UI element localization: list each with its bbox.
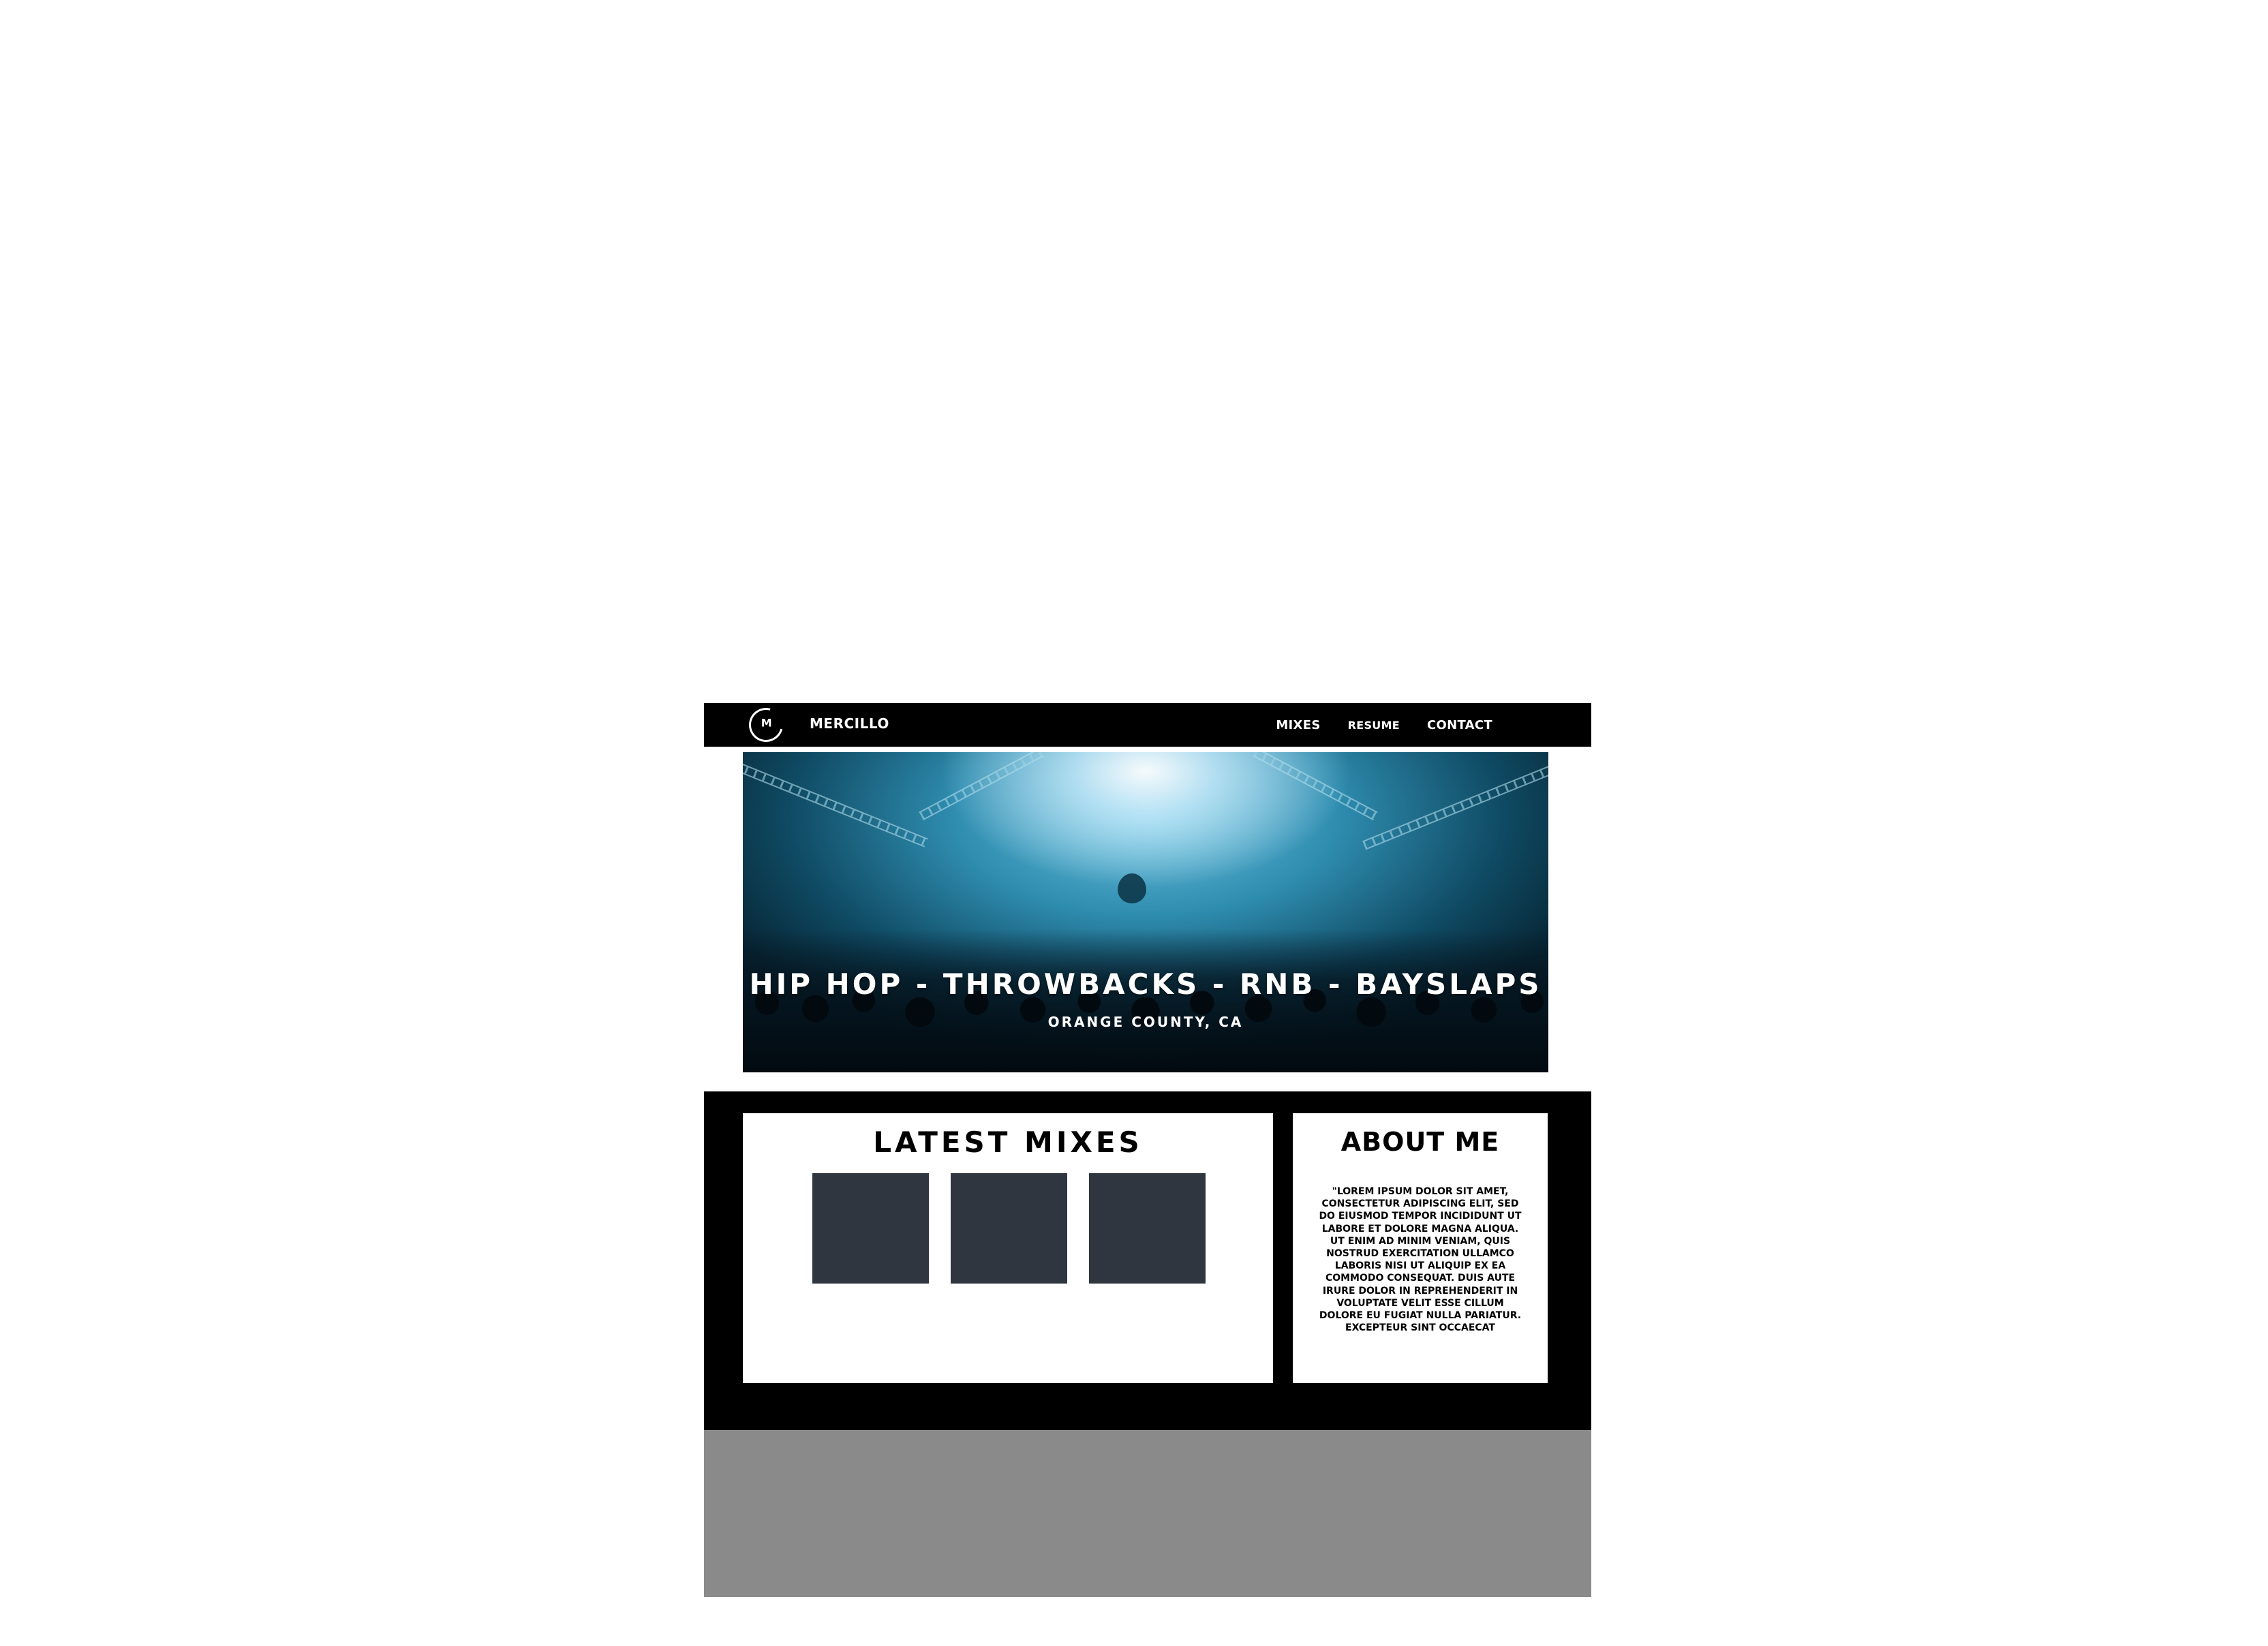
brand-name[interactable]: MERCILLO	[810, 715, 889, 732]
content-section: LATEST MIXES ABOUT ME "Lorem ipsum dolor…	[704, 1091, 1591, 1430]
about-me-heading: ABOUT ME	[1340, 1127, 1500, 1157]
nav-link-resume[interactable]: RESUME	[1348, 719, 1400, 732]
latest-mixes-heading: LATEST MIXES	[873, 1125, 1143, 1159]
mix-tile[interactable]	[1089, 1173, 1206, 1284]
logo-glyph: M	[761, 716, 772, 730]
website-mockup: M MERCILLO MIXES RESUME CONTACT HIP HOP …	[704, 701, 1591, 1597]
hero-title: HIP HOP - THROWBACKS - RNB - BAYSLAPS	[749, 967, 1542, 1001]
nav-link-contact[interactable]: CONTACT	[1427, 718, 1492, 732]
nav-links: MIXES RESUME CONTACT	[1276, 718, 1492, 732]
hero-banner: HIP HOP - THROWBACKS - RNB - BAYSLAPS OR…	[743, 752, 1548, 1072]
about-me-text: "Lorem ipsum dolor sit amet, consectetur…	[1319, 1186, 1522, 1334]
mix-tile[interactable]	[951, 1173, 1067, 1284]
latest-mixes-panel: LATEST MIXES	[743, 1113, 1273, 1383]
navbar: M MERCILLO MIXES RESUME CONTACT	[704, 701, 1591, 749]
footer	[704, 1430, 1591, 1597]
stage-truss-right	[1362, 759, 1548, 850]
mix-tile[interactable]	[812, 1173, 929, 1284]
hero-location: ORANGE COUNTY, CA	[1047, 1014, 1244, 1030]
mix-tiles	[812, 1173, 1206, 1284]
stage-truss-center-left	[919, 752, 1044, 821]
logo-icon[interactable]: M	[742, 701, 790, 749]
stage-truss-center-right	[1253, 752, 1378, 821]
about-me-panel: ABOUT ME "Lorem ipsum dolor sit amet, co…	[1293, 1113, 1548, 1383]
heart-balloon	[1118, 873, 1146, 903]
stage-truss-left	[743, 762, 928, 848]
nav-link-mixes[interactable]: MIXES	[1276, 718, 1320, 732]
